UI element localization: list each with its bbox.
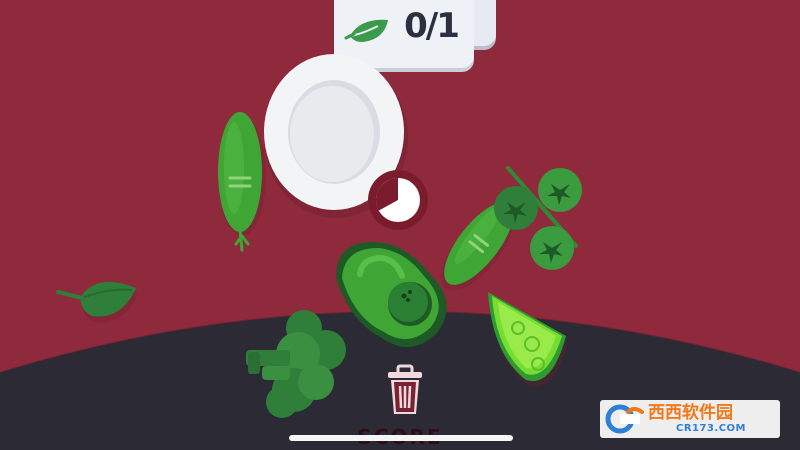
- game-stage: 0/1 西西软件园 CR173.COM: [0, 0, 800, 450]
- watermark-url: CR173.COM: [676, 423, 747, 434]
- leaf-icon: [344, 19, 388, 42]
- timer-icon: [368, 170, 428, 230]
- broccoli[interactable]: [242, 306, 352, 426]
- watermark-brand: 西西软件园: [648, 403, 733, 423]
- home-indicator[interactable]: [289, 435, 513, 441]
- green-tomatoes[interactable]: [490, 160, 590, 278]
- basil-leaf[interactable]: [52, 268, 144, 330]
- cucumber-left[interactable]: [212, 104, 278, 254]
- watermark-logo: [605, 404, 644, 434]
- trash-can-icon[interactable]: [382, 362, 428, 422]
- ingredient-counter: 0/1: [404, 6, 460, 46]
- lime-wedge[interactable]: [482, 284, 572, 392]
